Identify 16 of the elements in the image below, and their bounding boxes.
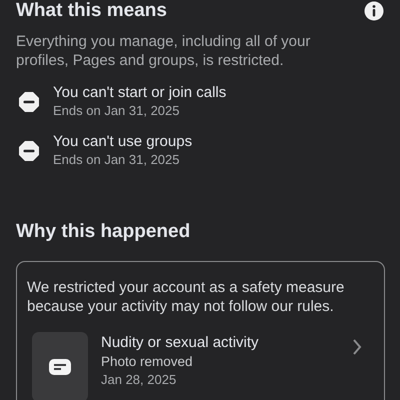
restriction-title: You can't start or join calls bbox=[53, 84, 226, 102]
restriction-end-date: Ends on Jan 31, 2025 bbox=[53, 151, 180, 169]
section-title: Why this happened bbox=[16, 221, 192, 243]
violation-date: Jan 28, 2025 bbox=[101, 371, 178, 389]
card-text: We restricted your account as a safety measure because your activity may not follow our rules. bbox=[27, 278, 346, 316]
section-title: What this means bbox=[16, 0, 167, 22]
info-icon[interactable] bbox=[364, 1, 384, 21]
chevron-right-icon[interactable] bbox=[352, 338, 362, 356]
violation-title[interactable]: Nudity or sexual activity bbox=[101, 333, 339, 353]
description: Everything you manage, including all of your profiles, Pages and groups, is restricted. bbox=[16, 32, 312, 70]
violation-action: Photo removed bbox=[101, 353, 194, 371]
message-icon bbox=[49, 359, 71, 375]
restriction-end-date: Ends on Jan 31, 2025 bbox=[53, 102, 180, 120]
restriction-icon bbox=[18, 140, 40, 162]
restriction-title: You can't use groups bbox=[53, 133, 192, 151]
restriction-icon bbox=[18, 91, 40, 113]
